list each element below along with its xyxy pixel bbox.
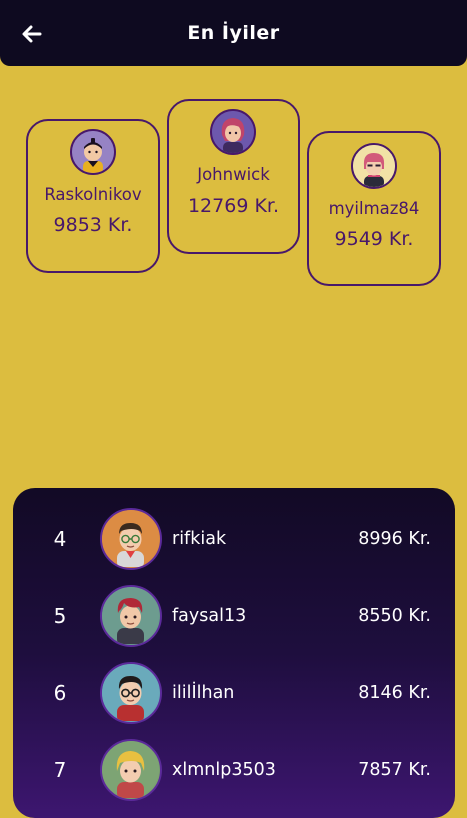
- player-score: 8146 Kr.: [358, 683, 431, 703]
- podium-card-left[interactable]: Raskolnikov 9853 Kr.: [26, 119, 160, 273]
- glasses-boy-avatar-icon: [100, 508, 162, 570]
- list-item[interactable]: 5 faysal13 8550 Kr.: [13, 583, 455, 649]
- player-score: 7857 Kr.: [358, 760, 431, 780]
- podium-card-middle[interactable]: Johnwick 12769 Kr.: [167, 99, 300, 254]
- rank-number: 4: [53, 527, 67, 551]
- list-item[interactable]: 4 rifkiak 8996 Kr.: [13, 506, 455, 572]
- player-name: rifkiak: [172, 529, 227, 549]
- rank-number: 5: [53, 604, 67, 628]
- blonde-boy-avatar-icon: [100, 739, 162, 801]
- player-name: faysal13: [172, 606, 247, 626]
- rank-number: 6: [53, 681, 67, 705]
- ninja-avatar-icon: [70, 129, 116, 175]
- red-hair-boy-avatar-icon: [100, 585, 162, 647]
- podium-score: 12769 Kr.: [187, 195, 280, 217]
- list-item[interactable]: 6 ililİlhan 8146 Kr.: [13, 660, 455, 726]
- podium-name: Johnwick: [197, 165, 270, 184]
- podium-score: 9853 Kr.: [53, 214, 133, 236]
- top-bar: En İyiler: [0, 0, 467, 66]
- punk-avatar-icon: [351, 143, 397, 189]
- rank-number: 7: [53, 758, 67, 782]
- podium-score: 9549 Kr.: [334, 228, 414, 250]
- ranking-list[interactable]: 4 rifkiak 8996 Kr. 5 faysal13 8550 Kr. 6…: [13, 488, 455, 818]
- page-title: En İyiler: [187, 22, 280, 44]
- pink-hair-avatar-icon: [210, 109, 256, 155]
- list-item[interactable]: 7 xlmnlp3503 7857 Kr.: [13, 737, 455, 803]
- player-name: xlmnlp3503: [172, 760, 276, 780]
- wizard-boy-avatar-icon: [100, 662, 162, 724]
- podium-name: myilmaz84: [328, 199, 420, 218]
- podium-name: Raskolnikov: [44, 185, 142, 204]
- player-score: 8550 Kr.: [358, 606, 431, 626]
- player-score: 8996 Kr.: [358, 529, 431, 549]
- player-name: ililİlhan: [172, 683, 235, 703]
- podium-card-right[interactable]: myilmaz84 9549 Kr.: [307, 131, 441, 286]
